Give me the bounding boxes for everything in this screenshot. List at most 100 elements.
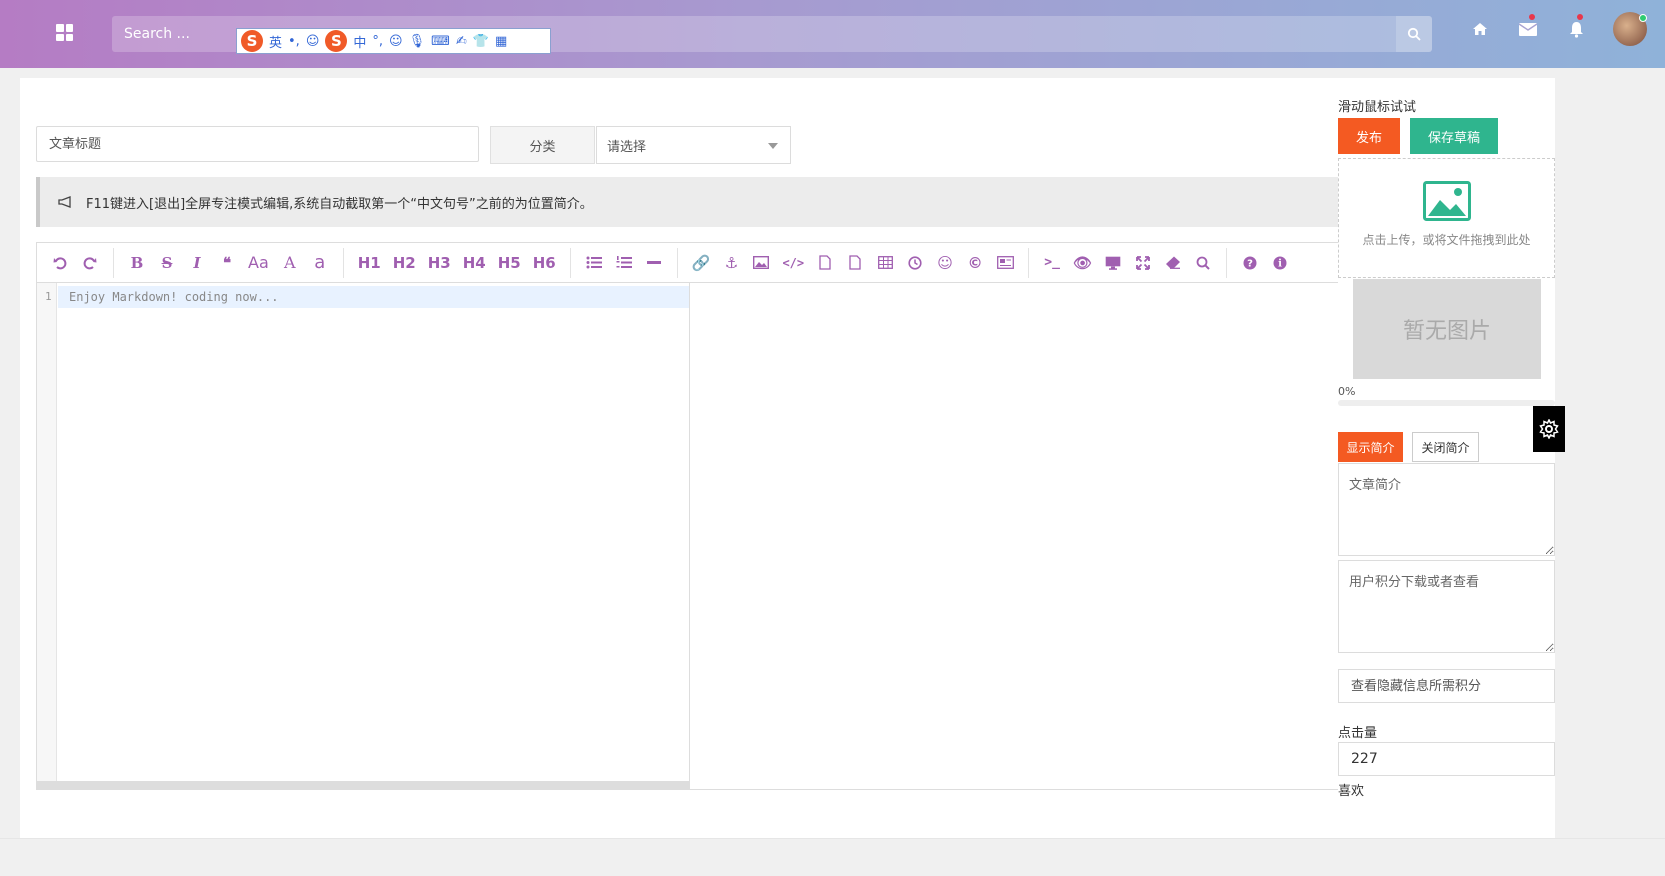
- notice-text: F11键进入[退出]全屏专注模式编辑,系统自动截取第一个“中文句号”之前的为位置…: [86, 196, 593, 212]
- clear-button[interactable]: [1160, 251, 1186, 275]
- anchor-button[interactable]: ⚓: [718, 251, 744, 275]
- goto-line-button[interactable]: >_: [1039, 251, 1065, 275]
- picture-icon: [1422, 181, 1471, 221]
- avatar[interactable]: [1613, 12, 1647, 46]
- hover-hint: 滑动鼠标试试: [1338, 100, 1417, 115]
- desktop-icon: [1105, 256, 1121, 270]
- markdown-code-pane[interactable]: 1 Enjoy Markdown! coding now...: [37, 283, 690, 789]
- horizontal-rule-button[interactable]: [641, 251, 667, 275]
- newspaper-icon: [996, 256, 1014, 269]
- notification-dot: [1529, 14, 1535, 20]
- h5-label: H5: [497, 253, 521, 272]
- preformatted-code-button[interactable]: [812, 251, 838, 275]
- toolbar-divider: [569, 247, 571, 278]
- bold-button[interactable]: B: [124, 251, 150, 275]
- ime-mode-chinese[interactable]: 中: [353, 32, 366, 51]
- search-icon: [1196, 256, 1210, 270]
- list-ul-icon: [586, 256, 602, 269]
- h2-button[interactable]: H2: [389, 251, 420, 275]
- upload-progress-bar: [1338, 400, 1555, 406]
- notifications-button[interactable]: [1565, 14, 1587, 40]
- ime-toolbar[interactable]: S 英 •, ☺ S 中 °, ☺ 🎙 ⌨ ✍ 👕 ▦: [236, 28, 551, 54]
- bold-icon: B: [130, 253, 144, 272]
- publish-button[interactable]: 发布: [1338, 118, 1400, 154]
- watch-toggle-button[interactable]: 👁: [1069, 251, 1096, 275]
- search-button[interactable]: [1396, 16, 1432, 52]
- horizontal-scrollbar[interactable]: [37, 781, 690, 789]
- terminal-icon: >_: [1044, 255, 1060, 270]
- expand-icon: [1136, 255, 1151, 270]
- h4-label: H4: [462, 253, 486, 272]
- ime-mode-english[interactable]: 英: [269, 32, 282, 51]
- italic-button[interactable]: I: [184, 251, 210, 275]
- h4-button[interactable]: H4: [459, 251, 490, 275]
- table-icon: [877, 256, 893, 269]
- megaphone-icon: [58, 196, 71, 208]
- category-select[interactable]: 请选择: [596, 126, 791, 164]
- copyright-icon: ©: [967, 253, 983, 272]
- hide-summary-button[interactable]: 关闭简介: [1412, 432, 1479, 462]
- home-button[interactable]: [1469, 18, 1491, 40]
- bell-icon: [1569, 21, 1583, 38]
- first-uppercase-label: A: [283, 253, 296, 272]
- table-button[interactable]: [872, 251, 898, 275]
- strikethrough-button[interactable]: S: [154, 251, 180, 275]
- clicks-label: 点击量: [1338, 726, 1378, 741]
- fullscreen-button[interactable]: [1130, 251, 1156, 275]
- article-title-input[interactable]: [36, 126, 479, 162]
- emoji-button[interactable]: ☺: [932, 251, 958, 275]
- settings-toggle[interactable]: [1533, 406, 1565, 452]
- html-entities-button[interactable]: ©: [962, 251, 988, 275]
- link-icon: 🔗: [691, 253, 711, 272]
- undo-button[interactable]: [47, 251, 73, 275]
- unordered-list-button[interactable]: [581, 251, 607, 275]
- clicks-input[interactable]: [1338, 742, 1555, 776]
- lowercase-button[interactable]: a: [307, 251, 333, 275]
- anchor-icon: ⚓: [724, 253, 739, 272]
- h3-button[interactable]: H3: [424, 251, 455, 275]
- home-icon: [1473, 23, 1487, 35]
- help-button[interactable]: ?: [1237, 251, 1263, 275]
- h1-button[interactable]: H1: [354, 251, 385, 275]
- smile-icon: ☺: [937, 253, 953, 272]
- quote-button[interactable]: ❝: [214, 251, 240, 275]
- preview-button[interactable]: [1100, 251, 1126, 275]
- clock-icon: [908, 255, 922, 270]
- datetime-button[interactable]: [902, 251, 928, 275]
- inline-code-button[interactable]: </>: [778, 251, 808, 275]
- link-button[interactable]: 🔗: [688, 251, 715, 275]
- lowercase-label: a: [314, 252, 326, 273]
- punctuation-icon: •,: [288, 33, 300, 49]
- search-icon: [1407, 27, 1421, 41]
- toolbox-icon: ▦: [494, 33, 508, 49]
- search-replace-button[interactable]: [1190, 251, 1216, 275]
- image-button[interactable]: [748, 251, 774, 275]
- save-draft-button[interactable]: 保存草稿: [1410, 118, 1498, 154]
- h6-button[interactable]: H6: [529, 251, 560, 275]
- upload-progress-text: 0%: [1338, 385, 1356, 398]
- code-block-button[interactable]: [842, 251, 868, 275]
- category-selected-value: 请选择: [607, 139, 647, 155]
- envelope-icon: [1519, 22, 1537, 36]
- uppercase-button[interactable]: Aa: [244, 251, 273, 275]
- likes-label: 喜欢: [1338, 784, 1365, 799]
- keyboard-icon: ⌨: [431, 33, 450, 49]
- pagebreak-button[interactable]: [992, 251, 1018, 275]
- download-points-textarea[interactable]: [1338, 560, 1555, 653]
- code-placeholder: Enjoy Markdown! coding now...: [69, 290, 279, 304]
- image-upload-dropzone[interactable]: 点击上传，或将文件拖拽到此处: [1338, 158, 1555, 278]
- apps-grid-icon[interactable]: [56, 24, 73, 41]
- info-button[interactable]: i: [1267, 251, 1293, 275]
- redo-button[interactable]: [77, 251, 103, 275]
- messages-button[interactable]: [1517, 14, 1539, 40]
- show-summary-button[interactable]: 显示简介: [1338, 432, 1403, 462]
- h6-label: H6: [532, 253, 556, 272]
- line-number: 1: [45, 290, 52, 303]
- quote-icon: ❝: [222, 253, 232, 272]
- ordered-list-button[interactable]: [611, 251, 637, 275]
- first-uppercase-button[interactable]: A: [277, 251, 303, 275]
- summary-textarea[interactable]: [1338, 463, 1555, 556]
- hidden-points-input[interactable]: [1338, 669, 1555, 703]
- h5-button[interactable]: H5: [494, 251, 525, 275]
- publish-sidebar: 滑动鼠标试试 发布 保存草稿 点击上传，或将文件拖拽到此处 暂无图片 0% 显示…: [1338, 78, 1555, 838]
